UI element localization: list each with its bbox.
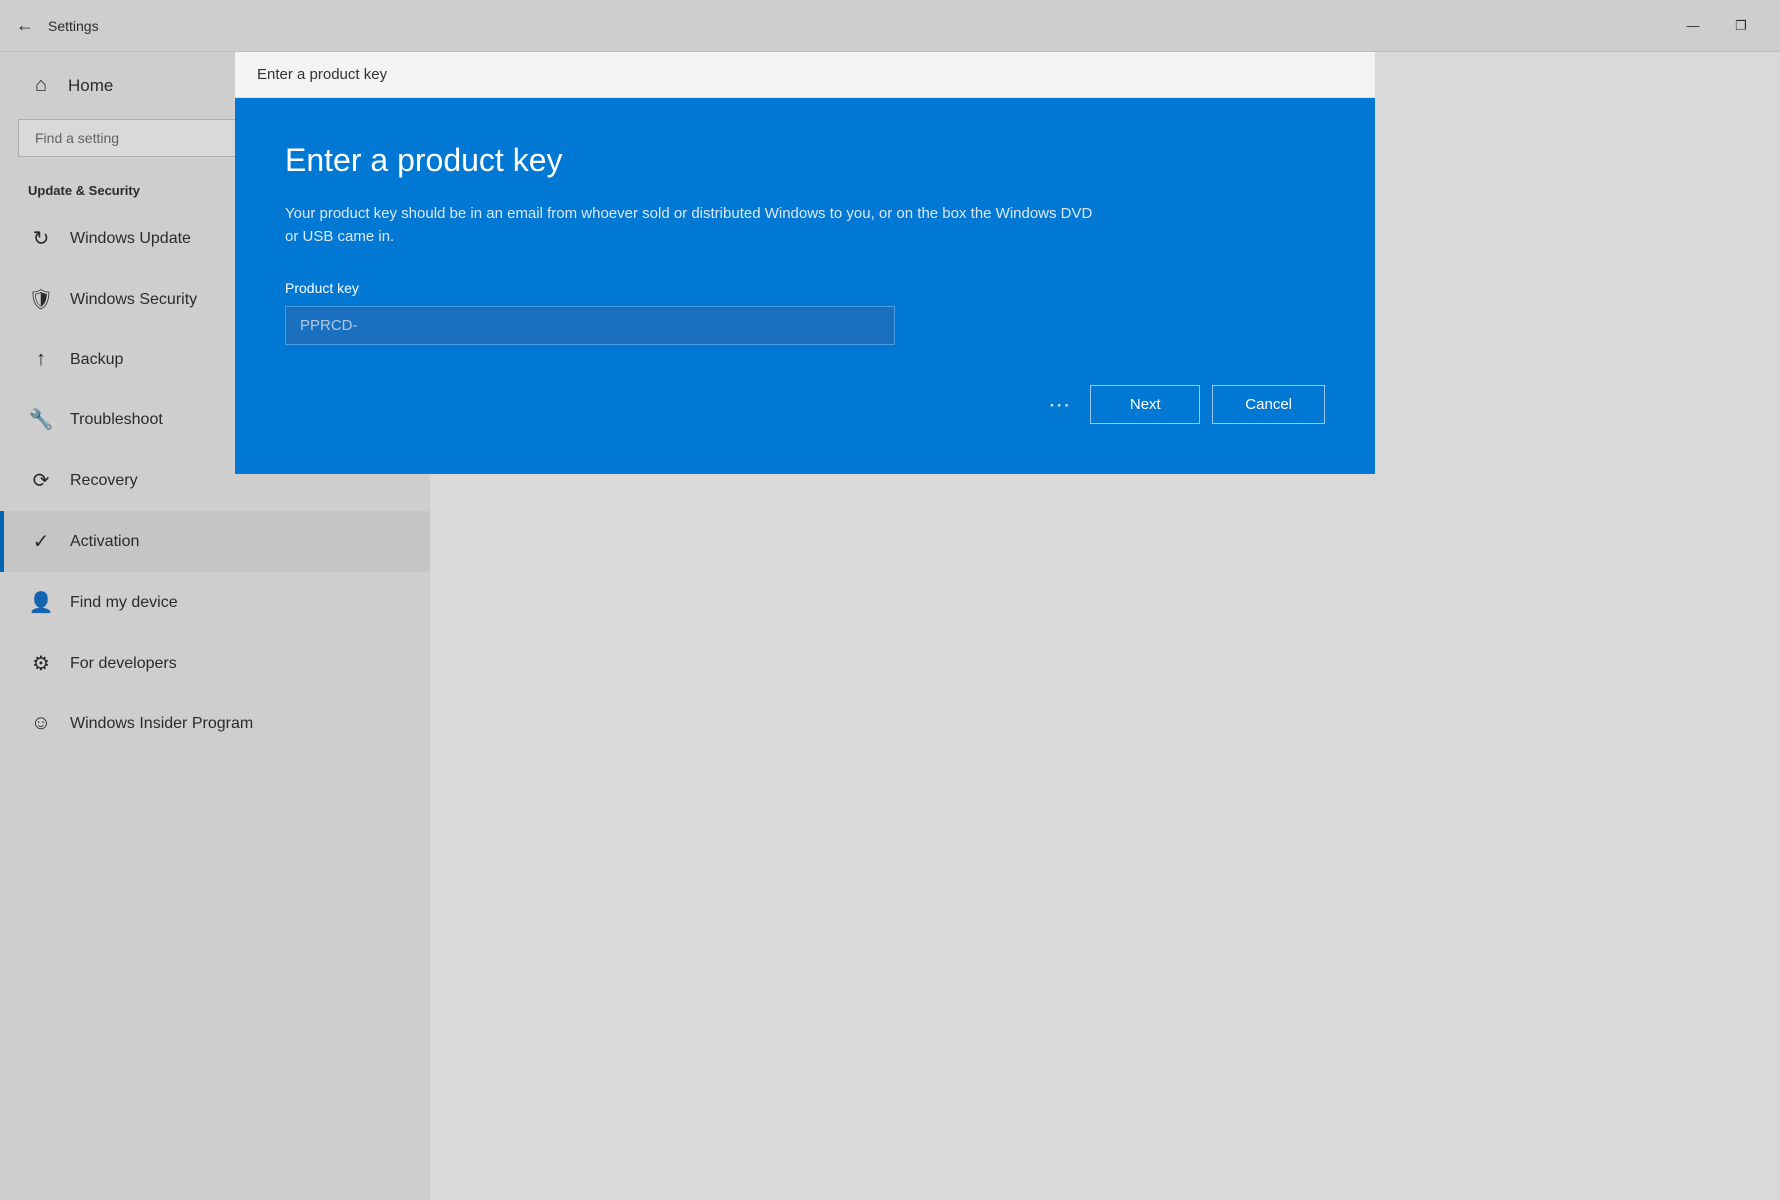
dialog-overlay: Enter a product key Enter a product key … — [0, 0, 1780, 1200]
dialog-body: Enter a product key Your product key sho… — [235, 98, 1375, 474]
dialog-heading: Enter a product key — [285, 142, 1325, 179]
dialog-actions: ⋯ Next Cancel — [285, 385, 1325, 424]
product-key-label: Product key — [285, 280, 1325, 296]
next-button[interactable]: Next — [1090, 385, 1200, 424]
product-key-dialog: Enter a product key Enter a product key … — [235, 52, 1375, 474]
spinner-icon: ⋯ — [1048, 392, 1070, 418]
product-key-input[interactable] — [285, 306, 895, 345]
dialog-titlebar: Enter a product key — [235, 52, 1375, 98]
cancel-button[interactable]: Cancel — [1212, 385, 1325, 424]
dialog-description: Your product key should be in an email f… — [285, 203, 1105, 248]
